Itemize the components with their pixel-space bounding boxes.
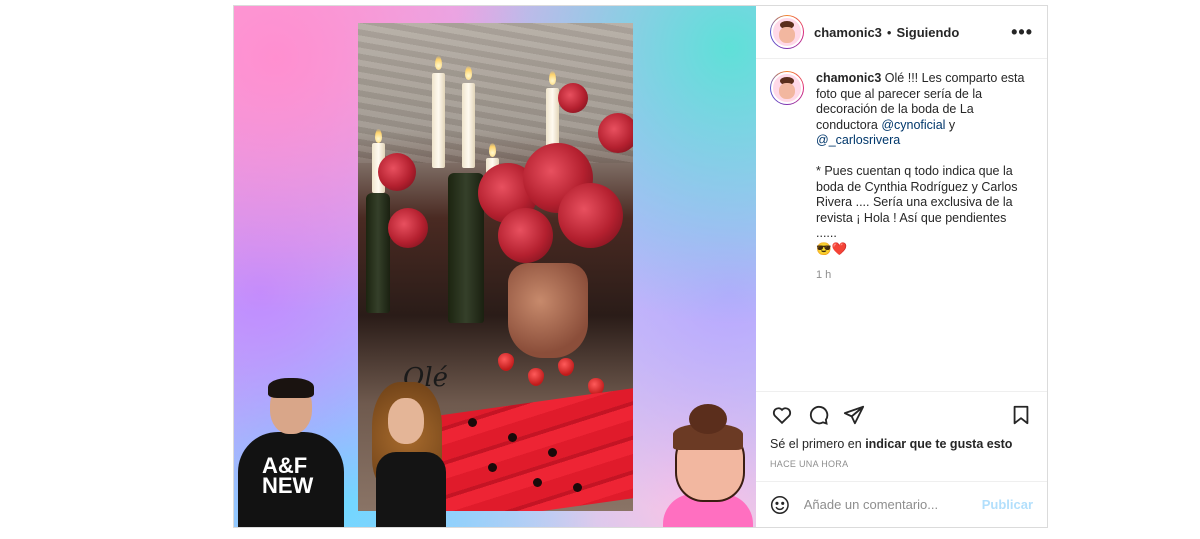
fan-dot: [533, 478, 542, 487]
more-options-icon[interactable]: •••: [1011, 22, 1033, 43]
caption-text: chamonic3 Olé !!! Les comparto esta foto…: [816, 71, 1030, 257]
fan-dot: [488, 463, 497, 472]
man-photo-cutout: A&F NEW: [234, 374, 346, 527]
instagram-post: Olé A&F NEW chamonic3 • Siguiendo ••• ch…: [233, 5, 1048, 528]
black-top: [376, 452, 446, 527]
comment-icon[interactable]: [806, 403, 830, 427]
fan-dot: [508, 433, 517, 442]
comments-section: chamonic3 Olé !!! Les comparto esta foto…: [756, 59, 1047, 391]
post-media[interactable]: Olé A&F NEW: [234, 6, 756, 527]
candle: [432, 73, 445, 168]
rose: [558, 183, 623, 248]
following-button[interactable]: Siguiendo: [896, 25, 959, 40]
mention-link[interactable]: @_carlosrivera: [816, 133, 900, 147]
flower-vase: [508, 263, 588, 358]
likes-text: Sé el primero en indicar que te gusta es…: [756, 437, 1047, 451]
avatar-image: [771, 16, 803, 48]
post-header: chamonic3 • Siguiendo •••: [756, 6, 1047, 59]
fan-dot: [548, 448, 557, 457]
stone-wall: [358, 23, 633, 163]
strawberry: [528, 368, 544, 386]
mention-link[interactable]: @cynoficial: [881, 118, 945, 132]
username-link[interactable]: chamonic3: [814, 25, 882, 40]
candle: [462, 83, 475, 168]
caption-body: * Pues cuentan q todo indica que la boda…: [816, 164, 1018, 256]
strawberry: [558, 358, 574, 376]
candle-flame: [549, 71, 556, 85]
cartoon-avatar-sticker: [659, 404, 756, 527]
hair-bun: [689, 404, 727, 434]
candle-flame: [465, 66, 472, 80]
heart-icon[interactable]: [770, 403, 794, 427]
publish-button[interactable]: Publicar: [982, 497, 1033, 512]
candle-flame: [435, 56, 442, 70]
post-caption: chamonic3 Olé !!! Les comparto esta foto…: [770, 71, 1033, 257]
caption-time[interactable]: 1 h: [816, 269, 1033, 281]
share-icon[interactable]: [842, 403, 866, 427]
caption-username[interactable]: chamonic3: [816, 71, 881, 85]
post-timestamp[interactable]: HACE UNA HORA: [756, 451, 1047, 479]
likes-prefix: Sé el primero en: [770, 437, 866, 451]
hair: [268, 378, 314, 398]
face: [388, 398, 424, 444]
caption-body: y: [945, 117, 959, 132]
rose: [498, 208, 553, 263]
shirt-print: A&F NEW: [262, 453, 314, 498]
add-comment-bar: Publicar: [756, 481, 1047, 527]
user-avatar[interactable]: [770, 15, 804, 49]
fan-dot: [573, 483, 582, 492]
strawberry: [498, 353, 514, 371]
bookmark-icon[interactable]: [1009, 403, 1033, 427]
comment-input[interactable]: [801, 496, 982, 513]
emoji-icon[interactable]: [770, 494, 790, 516]
like-link[interactable]: indicar que te gusta esto: [865, 437, 1012, 451]
post-sidebar: chamonic3 • Siguiendo ••• chamonic3 Olé …: [756, 6, 1047, 527]
caption-avatar[interactable]: [770, 71, 804, 105]
avatar-image: [771, 72, 803, 104]
rose: [388, 208, 428, 248]
rose: [598, 113, 633, 153]
fan-dot: [468, 418, 477, 427]
wine-bottle: [366, 193, 390, 313]
candle-flame: [375, 129, 382, 143]
rose: [558, 83, 588, 113]
action-bar: [756, 391, 1047, 437]
separator-dot: •: [886, 24, 892, 40]
woman-photo-cutout: [354, 382, 466, 527]
rose: [378, 153, 416, 191]
candle-flame: [489, 143, 496, 157]
